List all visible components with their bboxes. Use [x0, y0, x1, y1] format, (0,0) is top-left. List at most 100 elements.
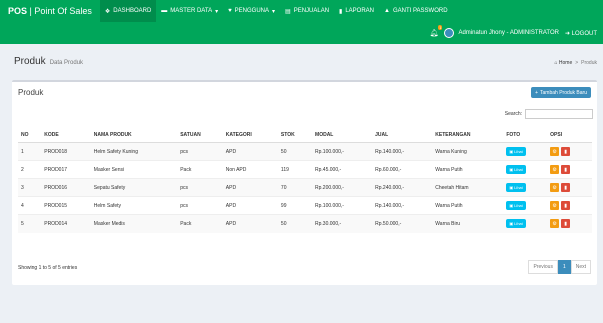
table-cell: Rp.60.000,- — [372, 160, 433, 179]
table-cell: Rp.45.000,- — [312, 160, 373, 179]
edit-button[interactable]: ⚙ — [550, 201, 560, 210]
column-header[interactable]: KETERANGAN — [432, 128, 504, 143]
trash-icon: ▮ — [564, 148, 568, 155]
table-cell: PROD016 — [41, 178, 91, 197]
view-photo-button[interactable]: ▣ Lihat — [506, 219, 526, 229]
avatar — [444, 28, 455, 38]
column-header[interactable]: OPSI — [547, 128, 592, 143]
previous-page-button[interactable]: Previous — [528, 260, 558, 274]
table-cell: Rp.200.000,- — [312, 178, 373, 197]
table-cell: pcs — [177, 142, 223, 161]
delete-button[interactable]: ▮ — [561, 183, 571, 192]
view-photo-button[interactable]: ▣ Lihat — [506, 147, 526, 156]
view-photo-button[interactable]: ▣ Lihat — [506, 165, 526, 174]
table-info: Showing 1 to 5 of 5 entries — [18, 265, 78, 271]
image-icon: ▣ — [509, 149, 514, 154]
table-cell: APD — [222, 196, 278, 215]
table-cell: 70 — [277, 178, 313, 197]
nav-item-penjualan[interactable]: ▤ PENJUALAN — [280, 0, 334, 22]
edit-button[interactable]: ⚙ — [550, 183, 560, 192]
page-1-button[interactable]: 1 — [557, 260, 571, 274]
column-header[interactable]: JUAL — [372, 128, 433, 143]
logout-link[interactable]: ➜ LOGOUT — [565, 30, 597, 37]
table-cell: Rp.30.000,- — [312, 214, 373, 233]
chevron-down-icon: ▾ — [215, 8, 219, 15]
next-page-button[interactable]: Next — [570, 260, 591, 274]
table-cell: pcs — [177, 196, 223, 215]
top-navbar: POS | Point Of Sales ❖ DASHBOARD ▬ MASTER D… — [0, 0, 603, 22]
edit-button[interactable]: ⚙ — [550, 147, 560, 156]
page-subtitle: Data Produk — [49, 60, 84, 66]
user-menu[interactable]: Adminatun Jhony - ADMINISTRATOR — [444, 28, 559, 38]
foto-cell: ▣ Lihat — [503, 178, 548, 197]
column-header[interactable]: NAMA PRODUK — [90, 128, 178, 143]
table-cell: 119 — [277, 160, 313, 179]
search-area: Search: — [505, 109, 593, 119]
gear-icon: ⚙ — [552, 220, 557, 227]
nav-item-laporan[interactable]: ▮ LAPORAN — [334, 0, 379, 22]
table-cell: Warna Putih — [432, 196, 504, 215]
main-nav: ❖ DASHBOARD ▬ MASTER DATA ▾ ♥ PENGGUNA ▾ ▤ PENJUA… — [99, 0, 453, 22]
table-row: 1 PROD018 Helm Safety Kuning pcs APD 50 Rp.100… — [18, 142, 592, 161]
table-cell: PROD018 — [41, 142, 91, 161]
lock-icon: ▲ — [384, 8, 390, 14]
column-header[interactable]: KATEGORI — [222, 128, 278, 143]
table-row: 4 PROD015 Helm Safety pcs APD 99 Rp.100.000,- R… — [18, 196, 592, 215]
nav-item-master-data[interactable]: ▬ MASTER DATA ▾ — [156, 0, 223, 22]
trash-icon: ▮ — [564, 220, 568, 227]
add-product-button[interactable]: + Tambah Produk Baru — [531, 87, 591, 98]
table-row: 3 PROD016 Sepatu Safety pcs APD 70 Rp.200.000,… — [18, 178, 592, 197]
column-header[interactable]: STOK — [277, 128, 313, 143]
column-header[interactable]: MODAL — [312, 128, 373, 143]
column-header[interactable]: NO — [18, 128, 42, 143]
notification-bell-icon[interactable]: 🔔︎ 1 — [430, 25, 443, 37]
table-cell: Cheetah Hitam — [432, 178, 504, 197]
nav-label: PENGGUNA — [234, 8, 269, 14]
table-cell: Masker Sensi — [90, 160, 178, 179]
page-title: Produk — [14, 56, 46, 67]
table-cell: 50 — [277, 214, 313, 233]
nav-item-pengguna[interactable]: ♥ PENGGUNA ▾ — [223, 0, 280, 22]
foto-cell: ▣ Lihat — [503, 214, 548, 233]
gear-icon: ⚙ — [552, 148, 557, 155]
delete-button[interactable]: ▮ — [561, 165, 571, 174]
table-header-row: NO KODE NAMA PRODUK SATUAN KATEGORI STOK MODAL… — [18, 128, 592, 143]
table-cell: Rp.100.000,- — [312, 142, 373, 161]
gear-icon: ⚙ — [552, 202, 557, 209]
nav-item-dashboard[interactable]: ❖ DASHBOARD — [99, 0, 157, 22]
delete-button[interactable]: ▮ — [561, 201, 571, 210]
table-cell: Rp.140.000,- — [372, 142, 433, 161]
breadcrumb-home[interactable]: ⌂ Home — [554, 60, 572, 66]
table-cell: Helm Safety — [90, 196, 178, 215]
table-cell: 99 — [277, 196, 313, 215]
brand-logo[interactable]: POS | Point Of Sales — [0, 6, 100, 16]
table-cell: 5 — [18, 214, 42, 233]
edit-button[interactable]: ⚙ — [550, 219, 560, 229]
table-row: 5 PROD014 Masker Medis Pack APD 50 Rp.30.000,-… — [18, 214, 592, 233]
table-row: 2 PROD017 Masker Sensi Pack Non APD 119 Rp.45.… — [18, 160, 592, 179]
table-cell: PROD014 — [41, 214, 91, 233]
column-header[interactable]: SATUAN — [177, 128, 223, 143]
table-cell: APD — [222, 178, 278, 197]
opsi-cell: ⚙ ▮ — [547, 178, 592, 197]
table-cell: Rp.50.000,- — [372, 214, 433, 233]
search-input[interactable] — [525, 109, 593, 119]
edit-button[interactable]: ⚙ — [550, 165, 560, 174]
table-cell: 50 — [277, 142, 313, 161]
delete-button[interactable]: ▮ — [561, 219, 571, 229]
opsi-cell: ⚙ ▮ — [547, 214, 592, 233]
image-icon: ▣ — [509, 185, 514, 190]
table-cell: Warna Kuning — [432, 142, 504, 161]
pagination: Previous 1 Next — [528, 260, 591, 274]
view-photo-button[interactable]: ▣ Lihat — [506, 183, 526, 192]
nav-item-ganti-password[interactable]: ▲ GANTI PASSWORD — [379, 0, 453, 22]
table-cell: PROD017 — [41, 160, 91, 179]
view-photo-button[interactable]: ▣ Lihat — [506, 201, 526, 210]
column-header[interactable]: KODE — [41, 128, 91, 143]
column-header[interactable]: FOTO — [503, 128, 548, 143]
nav-label: LAPORAN — [345, 8, 375, 14]
notification-count-badge: 1 — [438, 25, 443, 30]
gear-icon: ⚙ — [552, 166, 557, 173]
delete-button[interactable]: ▮ — [561, 147, 571, 156]
content-header: Produk Data Produk ⌂ Home > Produk — [14, 56, 597, 67]
